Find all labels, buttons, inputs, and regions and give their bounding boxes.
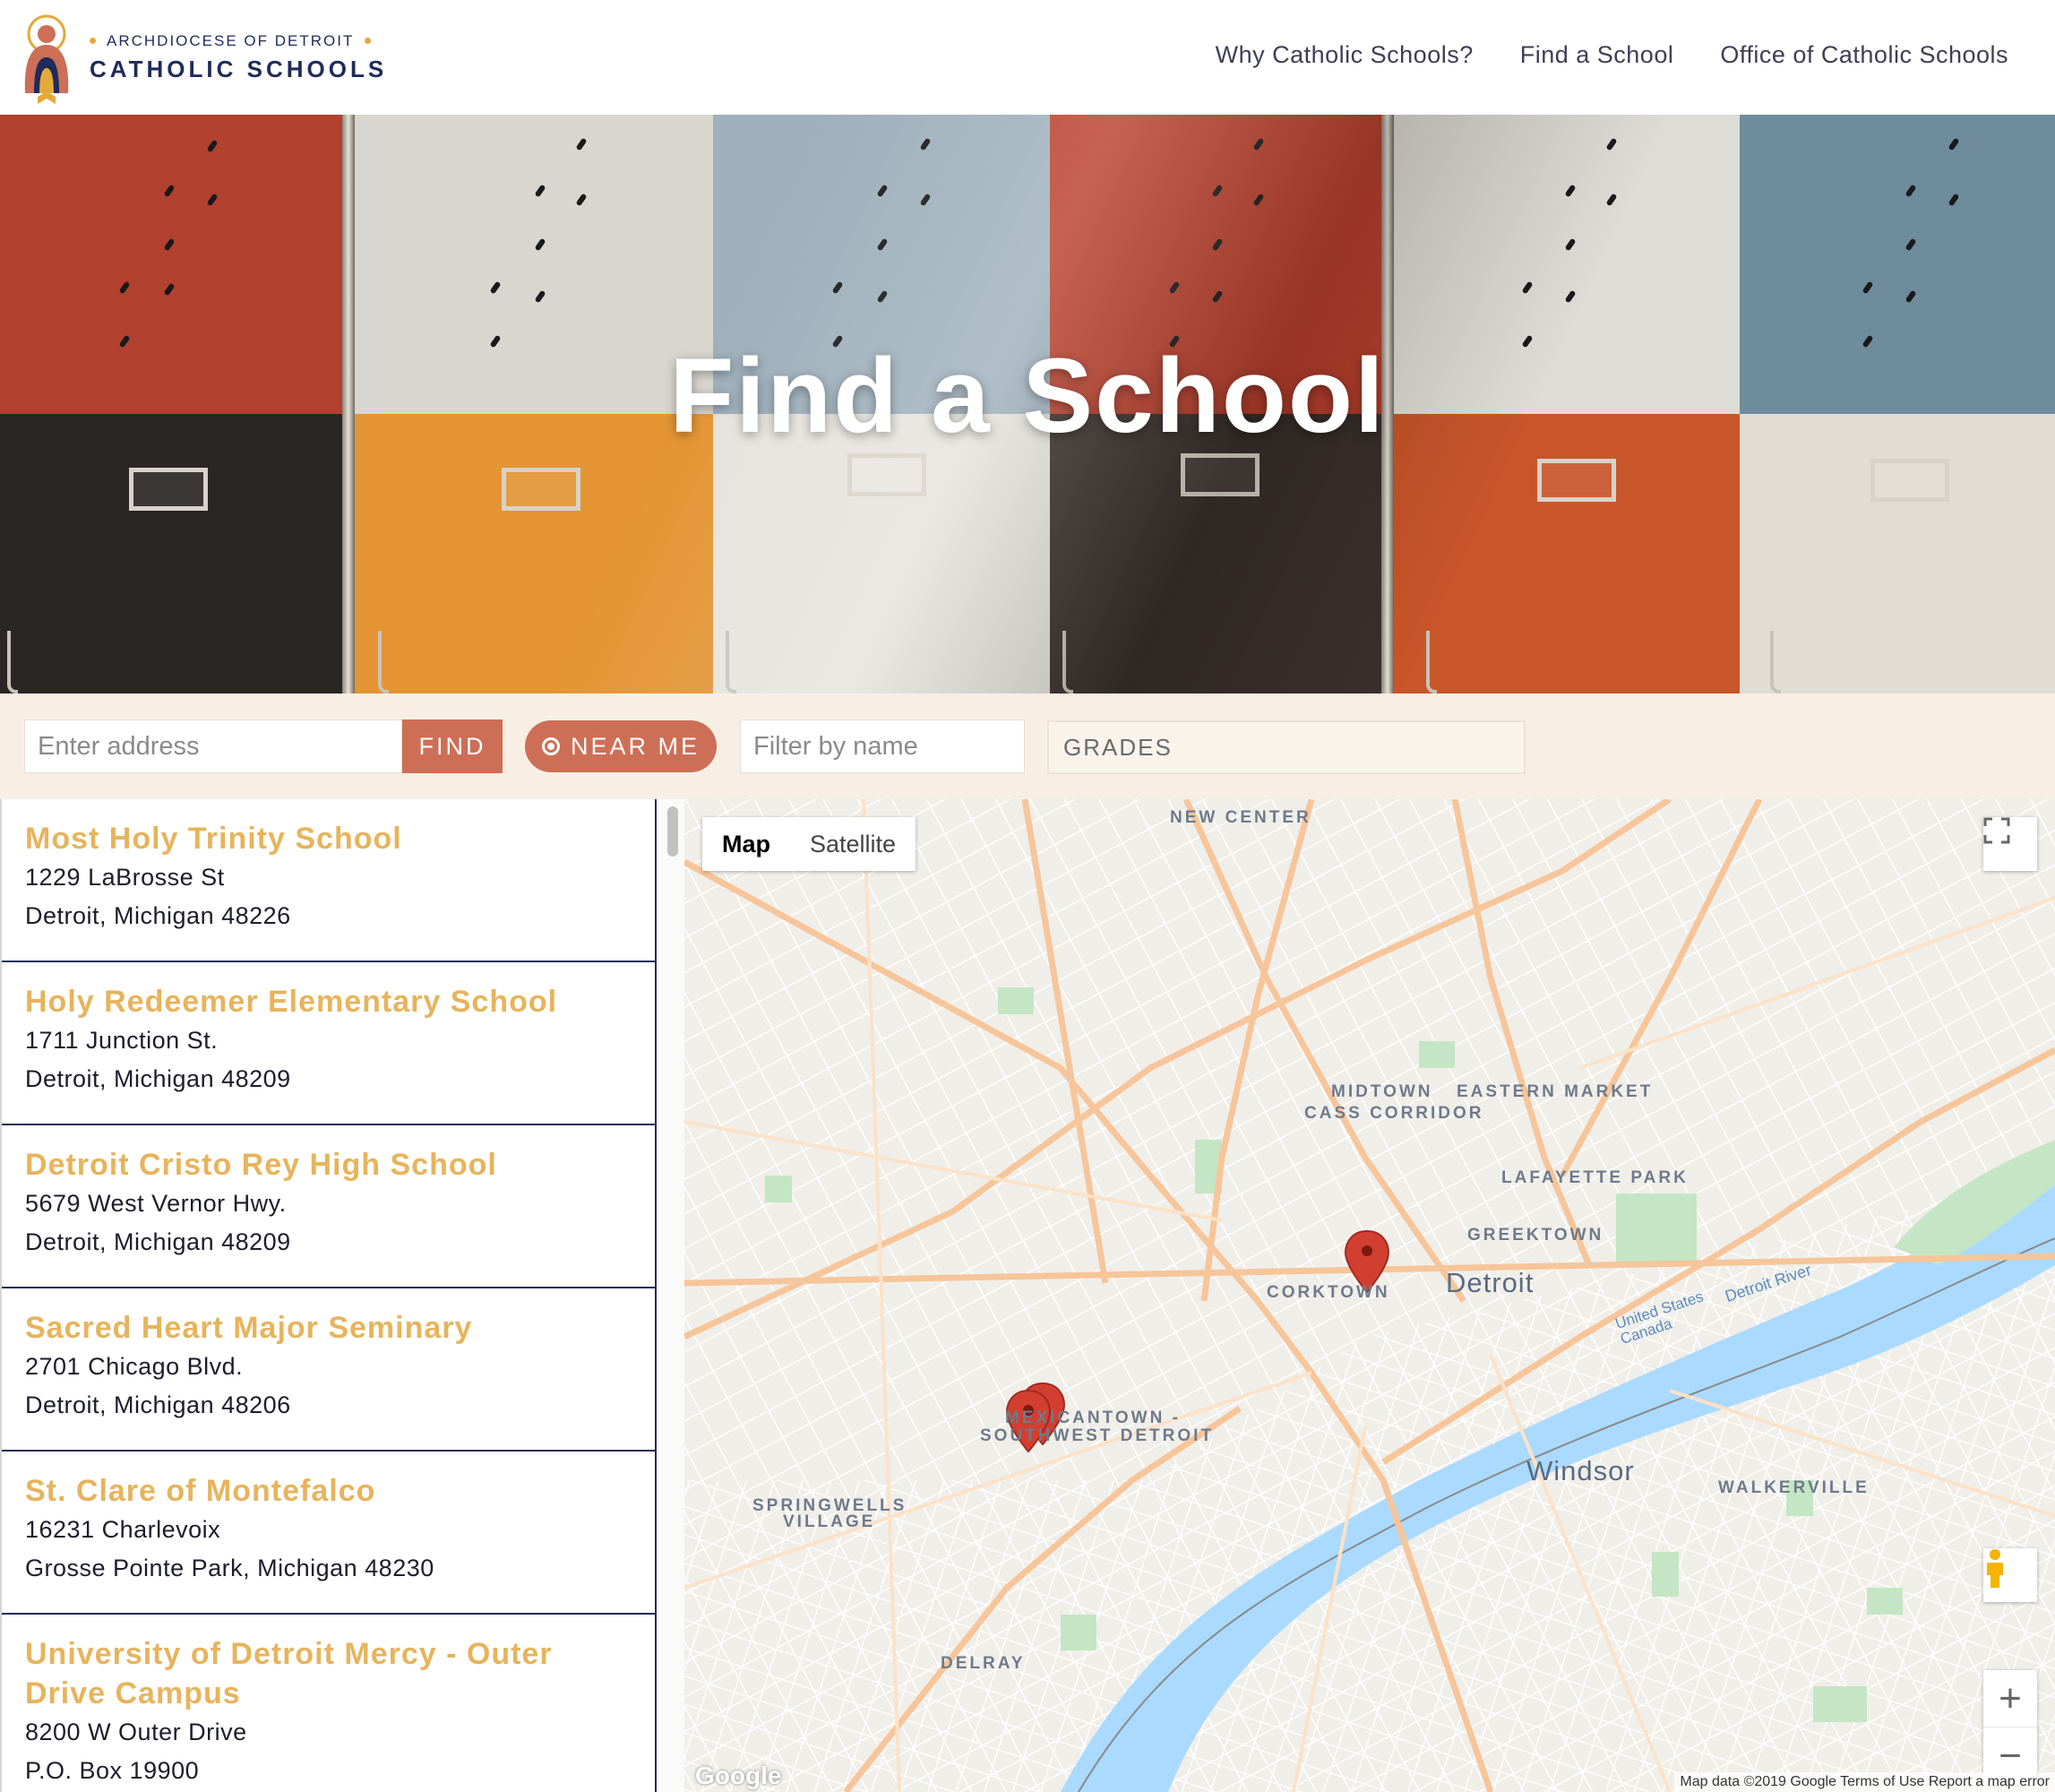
neighborhood-label: NEW CENTER — [1170, 808, 1311, 827]
neighborhood-label: CASS CORRIDOR — [1304, 1104, 1484, 1123]
school-name[interactable]: Most Holy Trinity School — [25, 819, 632, 858]
logo-line2: CATHOLIC SCHOOLS — [90, 55, 388, 82]
school-address-line2: Detroit, Michigan 48206 — [25, 1391, 291, 1418]
neighborhood-label: SOUTHWEST DETROIT — [980, 1426, 1215, 1445]
school-list-item[interactable]: Detroit Cristo Rey High School 5679 West… — [2, 1125, 655, 1288]
neighborhood-label: MIDTOWN — [1331, 1082, 1433, 1101]
list-scrollbar[interactable] — [661, 799, 684, 1792]
school-address-line2: Detroit, Michigan 48209 — [25, 1228, 291, 1255]
nav-office-of-catholic-schools[interactable]: Office of Catholic Schools — [1720, 41, 2008, 69]
grades-dropdown[interactable]: GRADES — [1047, 720, 1526, 774]
hero-banner: Find a School — [0, 115, 2055, 694]
city-label: Detroit — [1446, 1267, 1535, 1298]
school-address-line1: 8200 W Outer Drive — [25, 1719, 247, 1745]
map-type-map-button[interactable]: Map — [702, 817, 790, 871]
filter-by-name-input[interactable] — [740, 719, 1025, 773]
school-address-line1: 16231 Charlevoix — [25, 1516, 221, 1543]
school-address-line1: 2701 Chicago Blvd. — [25, 1353, 244, 1380]
location-target-icon — [541, 737, 560, 755]
google-logo: Google — [695, 1762, 782, 1789]
site-logo[interactable]: ARCHDIOCESE OF DETROIT CATHOLIC SCHOOLS — [20, 11, 387, 104]
school-map[interactable]: NEW CENTER MIDTOWN CASS CORRIDOR EASTERN… — [684, 799, 2055, 1792]
map-type-satellite-button[interactable]: Satellite — [790, 817, 916, 871]
school-list-item[interactable]: Sacred Heart Major Seminary 2701 Chicago… — [2, 1288, 655, 1452]
zoom-in-button[interactable]: + — [1983, 1670, 2037, 1727]
neighborhood-label: MEXICANTOWN - — [1005, 1409, 1181, 1427]
school-list-item[interactable]: Most Holy Trinity School 1229 LaBrosse S… — [2, 799, 655, 962]
fullscreen-button[interactable] — [1983, 817, 2037, 871]
school-list-item[interactable]: University of Detroit Mercy - Outer Driv… — [2, 1615, 655, 1792]
neighborhood-label: VILLAGE — [783, 1512, 876, 1531]
map-attribution[interactable]: Map data ©2019 Google Terms of Use Repor… — [1674, 1772, 2055, 1792]
school-name[interactable]: Sacred Heart Major Seminary — [25, 1308, 632, 1348]
neighborhood-label: CORKTOWN — [1267, 1283, 1390, 1302]
find-button[interactable]: FIND — [402, 719, 503, 773]
school-address-line1: 1711 Junction St. — [25, 1027, 219, 1054]
neighborhood-label: LAFAYETTE PARK — [1501, 1168, 1689, 1187]
scrollbar-thumb[interactable] — [667, 806, 678, 857]
map-type-control: Map Satellite — [702, 817, 916, 871]
zoom-control: + − — [1983, 1670, 2037, 1785]
school-name[interactable]: University of Detroit Mercy - Outer Driv… — [25, 1634, 598, 1713]
site-header: ARCHDIOCESE OF DETROIT CATHOLIC SCHOOLS … — [0, 0, 2055, 115]
school-name[interactable]: Detroit Cristo Rey High School — [25, 1145, 632, 1185]
logo-dot-icon — [90, 38, 96, 44]
page-title: Find a School — [669, 337, 1386, 455]
near-me-button[interactable]: NEAR ME — [525, 720, 717, 772]
neighborhood-label: WALKERVILLE — [1718, 1478, 1870, 1497]
school-name[interactable]: Holy Redeemer Elementary School — [25, 982, 632, 1021]
logo-dot-icon — [365, 38, 372, 44]
neighborhood-label: DELRAY — [941, 1654, 1026, 1673]
city-label: Windsor — [1526, 1455, 1635, 1486]
nav-why-catholic-schools[interactable]: Why Catholic Schools? — [1216, 41, 1474, 69]
school-address-line2: Detroit, Michigan 48209 — [25, 1065, 291, 1092]
main-nav: Why Catholic Schools? Find a School Offi… — [1216, 41, 2008, 69]
pegman-icon — [1987, 1549, 2003, 1588]
school-address-line2: P.O. Box 19900 — [25, 1757, 200, 1784]
school-address-line1: 5679 West Vernor Hwy. — [25, 1190, 287, 1217]
school-list-item[interactable]: St. Clare of Montefalco 16231 Charlevoix… — [2, 1452, 655, 1615]
fullscreen-icon — [1983, 817, 2010, 844]
address-input[interactable] — [24, 719, 402, 773]
school-address-line2: Grosse Pointe Park, Michigan 48230 — [25, 1555, 434, 1581]
school-name[interactable]: St. Clare of Montefalco — [25, 1471, 632, 1511]
school-list-item[interactable]: Holy Redeemer Elementary School 1711 Jun… — [2, 962, 655, 1125]
nav-find-a-school[interactable]: Find a School — [1520, 41, 1674, 69]
school-address-line1: 1229 LaBrosse St — [25, 864, 225, 891]
neighborhood-label: EASTERN MARKET — [1457, 1082, 1654, 1101]
school-address-line2: Detroit, Michigan 48226 — [25, 902, 291, 929]
school-search-bar: FIND NEAR ME GRADES — [0, 694, 2055, 799]
near-me-label: NEAR ME — [570, 732, 701, 760]
neighborhood-label: GREEKTOWN — [1467, 1226, 1604, 1245]
street-view-button[interactable] — [1983, 1548, 2037, 1602]
logo-line1: ARCHDIOCESE OF DETROIT — [107, 31, 355, 49]
school-list: Most Holy Trinity School 1229 LaBrosse S… — [0, 799, 657, 1792]
madonna-logo-icon — [24, 14, 69, 104]
